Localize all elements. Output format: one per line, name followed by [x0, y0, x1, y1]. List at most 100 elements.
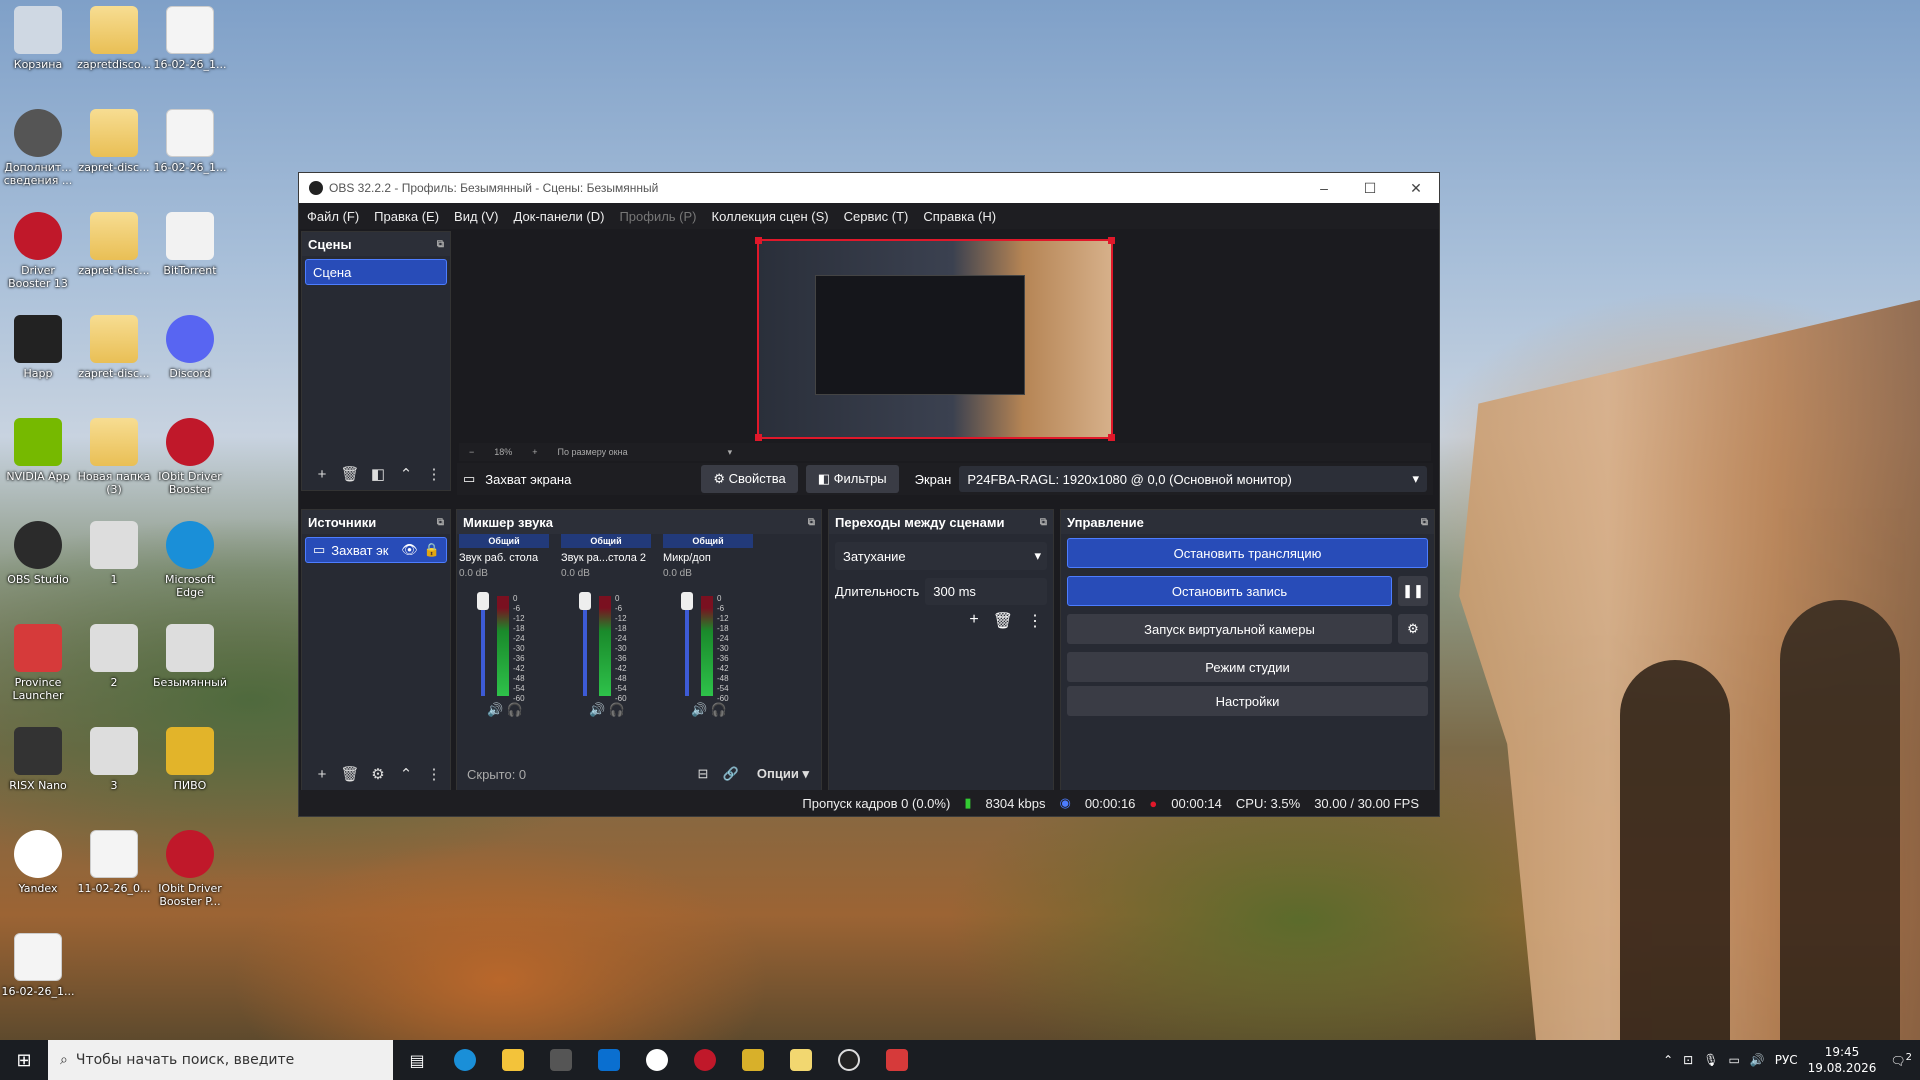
- resize-handle[interactable]: [755, 237, 762, 244]
- language-indicator[interactable]: РУС: [1775, 1053, 1798, 1067]
- add-icon[interactable]: +: [308, 466, 336, 483]
- desktop-icon[interactable]: Happ: [0, 315, 76, 380]
- speaker-icon[interactable]: 🔊: [691, 702, 707, 717]
- trash-icon[interactable]: 🗑: [993, 611, 1013, 631]
- fader-knob[interactable]: [681, 592, 693, 610]
- headphones-icon[interactable]: 🎧: [507, 702, 523, 717]
- desktop-icon[interactable]: IObit Driver Booster P...: [152, 830, 228, 908]
- speaker-icon[interactable]: 🔊: [589, 702, 605, 717]
- trash-icon[interactable]: 🗑: [336, 465, 364, 483]
- undock-icon[interactable]: ⧉: [437, 517, 444, 528]
- desktop-icon[interactable]: 16-02-26_1...: [0, 933, 76, 998]
- undock-icon[interactable]: ⧉: [1421, 517, 1428, 528]
- resize-handle[interactable]: [1108, 434, 1115, 441]
- desktop-icon[interactable]: OBS Studio: [0, 521, 76, 586]
- eye-icon[interactable]: 👁: [401, 542, 418, 558]
- menu-edit[interactable]: Правка (E): [374, 209, 439, 224]
- studio-mode-button[interactable]: Режим студии: [1067, 652, 1428, 682]
- headphones-icon[interactable]: 🎧: [711, 702, 727, 717]
- taskbar-notepad[interactable]: [777, 1040, 825, 1080]
- chevron-up-icon[interactable]: ⌃: [1663, 1053, 1673, 1067]
- taskbar-app[interactable]: [729, 1040, 777, 1080]
- desktop-icon[interactable]: Дополнит... сведения ...: [0, 109, 76, 187]
- gear-icon[interactable]: ⚙: [364, 765, 392, 783]
- desktop-icon[interactable]: zapret-disc...: [76, 212, 152, 277]
- clock[interactable]: 19:45 19.08.2026: [1808, 1044, 1877, 1076]
- start-button[interactable]: ⊞: [0, 1040, 48, 1080]
- desktop-icon[interactable]: Driver Booster 13: [0, 212, 76, 290]
- desktop-icon[interactable]: Yandex: [0, 830, 76, 895]
- source-item[interactable]: ▭ Захват эк 👁 🔒: [305, 537, 447, 563]
- zoom-mode[interactable]: По размеру окна: [558, 447, 628, 457]
- notification-icon[interactable]: 🗨2: [1890, 1052, 1912, 1068]
- fader-knob[interactable]: [579, 592, 591, 610]
- menu-view[interactable]: Вид (V): [454, 209, 498, 224]
- menu-file[interactable]: Файл (F): [307, 209, 359, 224]
- filter-icon[interactable]: ◧: [364, 465, 392, 483]
- chevron-up-icon[interactable]: ⌃: [392, 765, 420, 783]
- taskbar-edge[interactable]: [441, 1040, 489, 1080]
- add-icon[interactable]: +: [969, 611, 978, 631]
- fader-knob[interactable]: [477, 592, 489, 610]
- monitor-icon[interactable]: ▭: [1728, 1053, 1739, 1067]
- volume-fader[interactable]: [583, 596, 587, 696]
- taskbar-yandex[interactable]: [633, 1040, 681, 1080]
- stop-record-button[interactable]: Остановить запись: [1067, 576, 1392, 606]
- undock-icon[interactable]: ⧉: [1040, 517, 1047, 528]
- desktop-icon[interactable]: zapret-disc...: [76, 315, 152, 380]
- undock-icon[interactable]: ⧉: [808, 517, 815, 528]
- channel-name[interactable]: Звук ра...стола 2: [561, 548, 651, 568]
- desktop-icon[interactable]: 1: [76, 521, 152, 586]
- desktop-icon[interactable]: Province Launcher: [0, 624, 76, 702]
- minimize-button[interactable]: –: [1301, 180, 1347, 197]
- zoom-in-icon[interactable]: +: [532, 447, 537, 457]
- chevron-down-icon[interactable]: ▾: [728, 447, 733, 458]
- pause-record-button[interactable]: ❚❚: [1398, 576, 1428, 606]
- desktop-icon[interactable]: Новая папка (3): [76, 418, 152, 496]
- duration-input[interactable]: 300 ms: [925, 578, 1047, 605]
- desktop-icon[interactable]: IObit Driver Booster: [152, 418, 228, 496]
- options-button[interactable]: Опции ▾: [757, 766, 809, 782]
- more-icon[interactable]: ⋮: [1027, 611, 1043, 631]
- taskbar-explorer[interactable]: [489, 1040, 537, 1080]
- virtual-camera-button[interactable]: Запуск виртуальной камеры: [1067, 614, 1392, 644]
- desktop-icon[interactable]: Discord: [152, 315, 228, 380]
- desktop-icon[interactable]: RISX Nano: [0, 727, 76, 792]
- desktop-icon[interactable]: Microsoft Edge: [152, 521, 228, 599]
- desktop-icon[interactable]: ПИВО: [152, 727, 228, 792]
- preview-canvas[interactable]: [755, 237, 1115, 441]
- menu-scene-collection[interactable]: Коллекция сцен (S): [712, 209, 829, 224]
- add-icon[interactable]: +: [308, 766, 336, 783]
- volume-icon[interactable]: 🔊: [1750, 1053, 1765, 1067]
- desktop-icon[interactable]: 11-02-26_0...: [76, 830, 152, 895]
- scene-item[interactable]: Сцена: [305, 259, 447, 285]
- microphone-icon[interactable]: 🎙: [1703, 1053, 1718, 1067]
- headphones-icon[interactable]: 🎧: [609, 702, 625, 717]
- desktop-icon[interactable]: Корзина: [0, 6, 76, 71]
- trash-icon[interactable]: 🗑: [336, 765, 364, 783]
- more-icon[interactable]: ⋮: [420, 765, 448, 783]
- menu-profile[interactable]: Профиль (P): [619, 209, 696, 224]
- channel-name[interactable]: Микр/доп: [663, 548, 753, 568]
- undock-icon[interactable]: ⧉: [437, 239, 444, 250]
- taskbar-province[interactable]: [873, 1040, 921, 1080]
- properties-button[interactable]: ⚙ Свойства: [701, 465, 798, 493]
- maximize-button[interactable]: ☐: [1347, 180, 1393, 197]
- resize-handle[interactable]: [1108, 237, 1115, 244]
- channel-name[interactable]: Звук раб. стола: [459, 548, 549, 568]
- close-button[interactable]: ✕: [1393, 180, 1439, 197]
- speaker-icon[interactable]: 🔊: [487, 702, 503, 717]
- settings-button[interactable]: Настройки: [1067, 686, 1428, 716]
- desktop-icon[interactable]: zapret-disc...: [76, 109, 152, 174]
- layout-icon[interactable]: ⊟: [689, 766, 717, 782]
- desktop-icon[interactable]: NVIDIA App: [0, 418, 76, 483]
- desktop-icon[interactable]: 16-02-26_1...: [152, 6, 228, 71]
- stop-stream-button[interactable]: Остановить трансляцию: [1067, 538, 1428, 568]
- desktop-icon[interactable]: 2: [76, 624, 152, 689]
- taskbar-obs[interactable]: [825, 1040, 873, 1080]
- window-titlebar[interactable]: OBS 32.2.2 - Профиль: Безымянный - Сцены…: [299, 173, 1439, 203]
- screen-select[interactable]: P24FBA-RAGL: 1920x1080 @ 0,0 (Основной м…: [959, 466, 1427, 492]
- link-icon[interactable]: 🔗: [717, 766, 745, 782]
- desktop-icon[interactable]: zapretdisco...: [76, 6, 152, 71]
- search-box[interactable]: ⌕ Чтобы начать поиск, введите: [48, 1040, 393, 1080]
